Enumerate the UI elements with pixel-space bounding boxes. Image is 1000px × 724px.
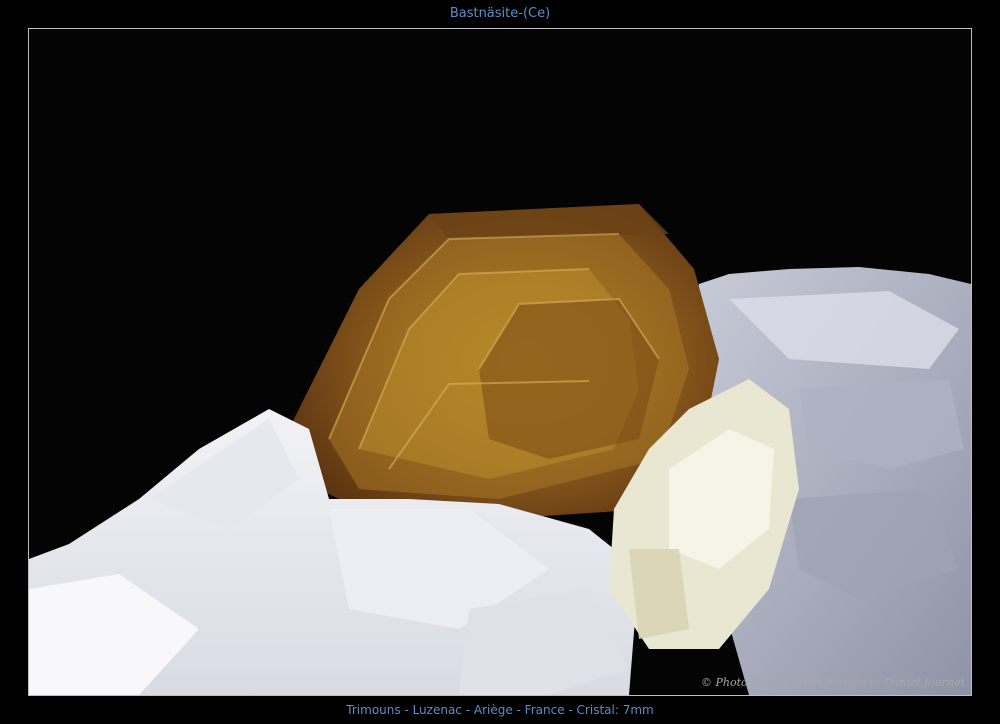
mineral-title: Bastnäsite-(Ce) — [449, 6, 551, 21]
locality-caption: Trimouns - Luzenac - Ariège - France - C… — [346, 703, 654, 717]
photo-frame: © Photo & Collection Pascale et Daniel J… — [28, 28, 972, 696]
photo-credit: © Photo & Collection Pascale et Daniel J… — [701, 676, 965, 689]
mineral-photo — [29, 29, 971, 695]
